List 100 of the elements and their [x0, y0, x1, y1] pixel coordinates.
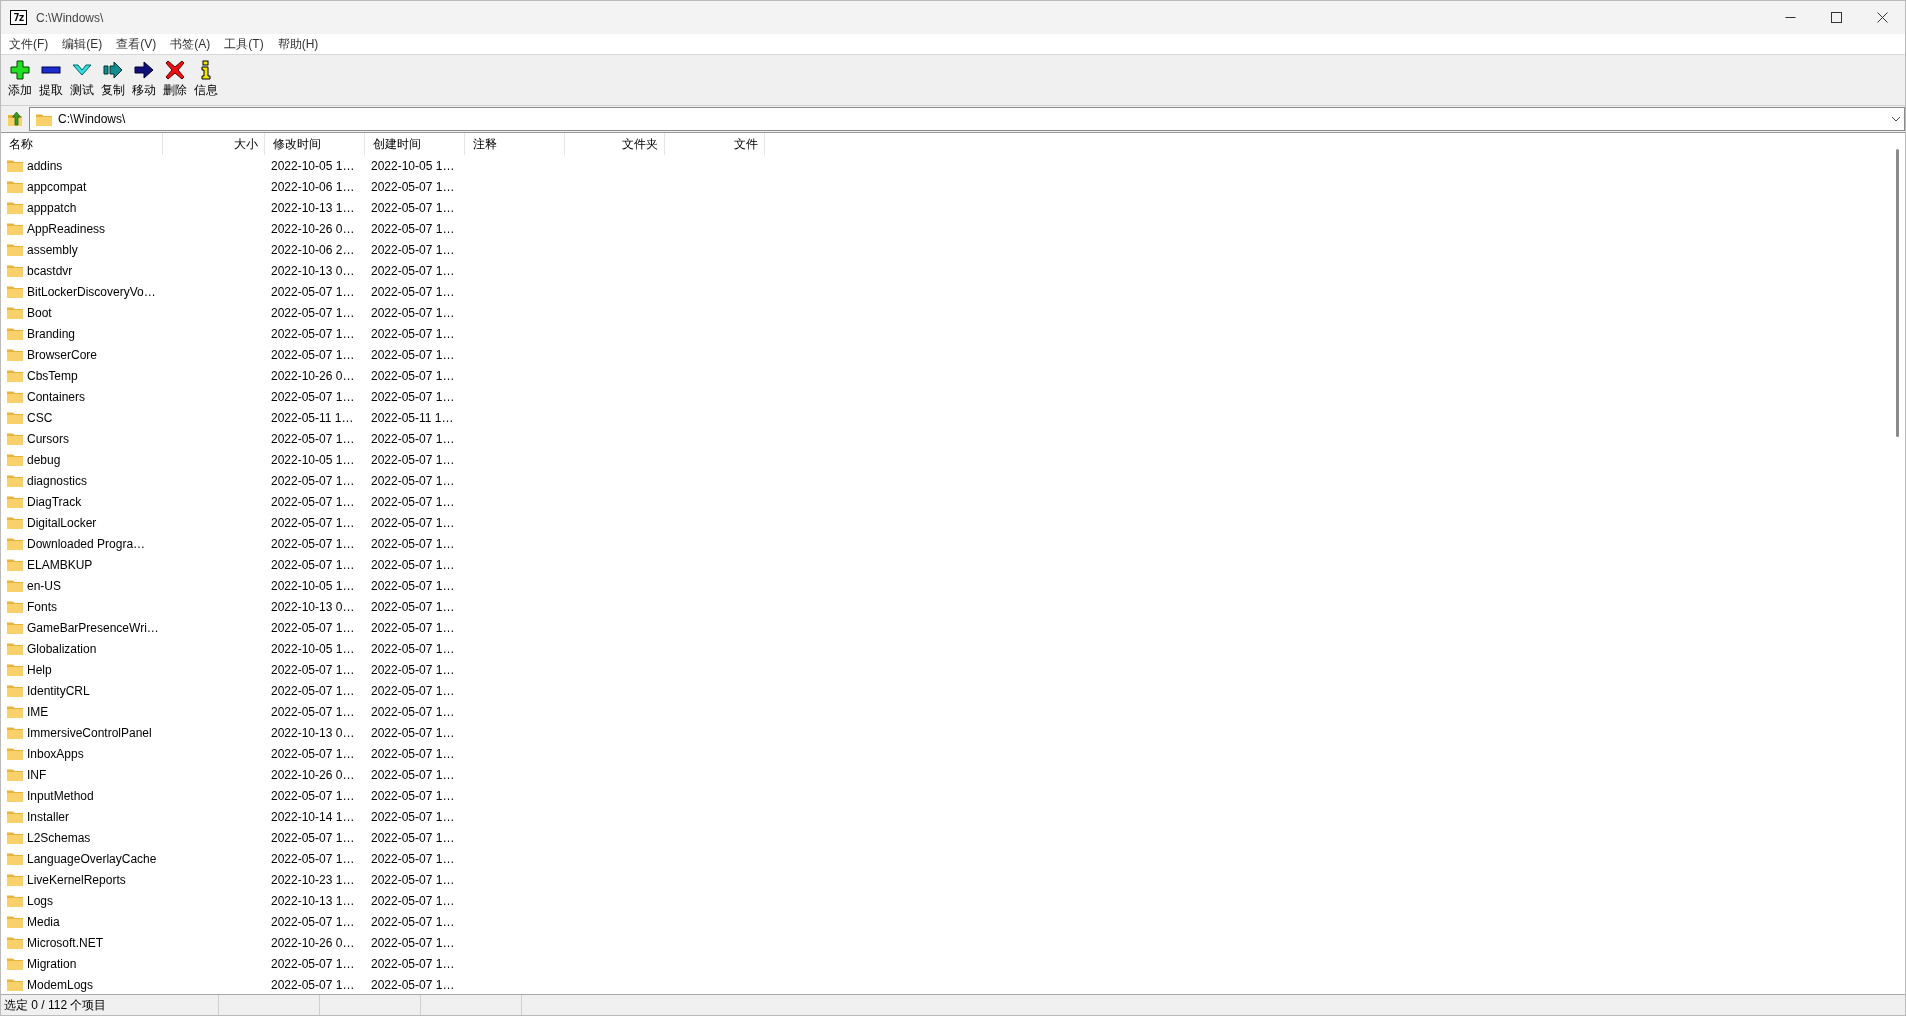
column-header[interactable]: 文件夹 — [565, 133, 665, 155]
created-date: 2022-10-05 1… — [371, 158, 455, 173]
file-name[interactable]: debug — [27, 452, 61, 467]
file-name[interactable]: Globalization — [27, 641, 97, 656]
created-date: 2022-05-07 1… — [371, 956, 455, 971]
file-name[interactable]: diagnostics — [27, 473, 88, 488]
file-name[interactable]: apppatch — [27, 200, 77, 215]
file-name[interactable]: DigitalLocker — [27, 515, 97, 530]
column-header[interactable]: 创建时间 — [365, 133, 465, 155]
file-name[interactable]: L2Schemas — [27, 830, 91, 845]
file-name[interactable]: appcompat — [27, 179, 87, 194]
file-name[interactable]: addins — [27, 158, 63, 173]
folder-icon — [7, 495, 23, 508]
address-field[interactable]: C:\Windows\ — [29, 107, 1905, 131]
folder-icon — [7, 915, 23, 928]
modified-date: 2022-10-06 2… — [271, 242, 355, 257]
toolbar-button[interactable]: 添加 — [4, 58, 35, 101]
toolbar-button[interactable]: 信息 — [190, 58, 221, 101]
menu-item[interactable]: 编辑(E) — [54, 35, 109, 53]
created-date: 2022-05-07 1… — [371, 221, 455, 236]
app-logo: 7z — [10, 10, 27, 25]
created-date: 2022-05-07 1… — [371, 515, 455, 530]
file-name[interactable]: InputMethod — [27, 788, 94, 803]
column-header[interactable]: 名称 — [1, 133, 163, 155]
created-date: 2022-05-07 1… — [371, 935, 455, 950]
menu-item[interactable]: 工具(T) — [216, 35, 270, 53]
menu-item[interactable]: 帮助(H) — [269, 35, 325, 53]
modified-date: 2022-05-07 1… — [271, 956, 355, 971]
file-name[interactable]: AppReadiness — [27, 221, 106, 236]
file-name[interactable]: LanguageOverlayCache — [27, 851, 157, 866]
scrollbar-thumb[interactable] — [1896, 149, 1899, 437]
menu-item[interactable]: 书签(A) — [162, 35, 217, 53]
created-date: 2022-05-07 1… — [371, 242, 455, 257]
modified-date: 2022-10-26 0… — [271, 368, 355, 383]
created-date: 2022-05-07 1… — [371, 830, 455, 845]
file-name[interactable]: Logs — [27, 893, 54, 908]
folder-icon — [7, 285, 23, 298]
modified-date: 2022-05-07 1… — [271, 557, 355, 572]
created-date: 2022-05-07 1… — [371, 179, 455, 194]
toolbar-button[interactable]: 删除 — [159, 58, 190, 101]
file-name[interactable]: GameBarPresenceWri… — [27, 620, 159, 635]
file-name[interactable]: Cursors — [27, 431, 69, 446]
file-name[interactable]: INF — [27, 767, 47, 782]
toolbar-button[interactable]: 复制 — [97, 58, 128, 101]
column-header[interactable]: 注释 — [465, 133, 565, 155]
folder-icon — [7, 306, 23, 319]
toolbar-button[interactable]: 提取 — [35, 58, 66, 101]
column-header[interactable]: 文件 — [665, 133, 765, 155]
file-name[interactable]: Branding — [27, 326, 76, 341]
menu-item[interactable]: 查看(V) — [108, 35, 163, 53]
file-name[interactable]: ImmersiveControlPanel — [27, 725, 152, 740]
file-name[interactable]: assembly — [27, 242, 78, 257]
file-name[interactable]: CSC — [27, 410, 53, 425]
modified-date: 2022-05-07 1… — [271, 788, 355, 803]
file-name[interactable]: ELAMBKUP — [27, 557, 93, 572]
file-name[interactable]: bcastdvr — [27, 263, 73, 278]
file-name[interactable]: Help — [27, 662, 52, 677]
created-date: 2022-05-07 1… — [371, 914, 455, 929]
file-name[interactable]: Installer — [27, 809, 70, 824]
created-date: 2022-05-07 1… — [371, 662, 455, 677]
file-name[interactable]: BrowserCore — [27, 347, 98, 362]
toolbar-button[interactable]: 移动 — [128, 58, 159, 101]
file-name[interactable]: Downloaded Progra… — [27, 536, 146, 551]
file-name[interactable]: Boot — [27, 305, 52, 320]
file-name[interactable]: InboxApps — [27, 746, 84, 761]
toolbar-button[interactable]: 测试 — [66, 58, 97, 101]
created-date: 2022-05-07 1… — [371, 326, 455, 341]
folder-icon — [7, 201, 23, 214]
file-name[interactable]: BitLockerDiscoveryVo… — [27, 284, 156, 299]
folder-icon — [7, 327, 23, 340]
created-date: 2022-05-07 1… — [371, 263, 455, 278]
file-name[interactable]: ModemLogs — [27, 977, 94, 992]
file-name[interactable]: LiveKernelReports — [27, 872, 126, 887]
modified-date: 2022-10-13 1… — [271, 200, 355, 215]
file-name[interactable]: IME — [27, 704, 49, 719]
file-name[interactable]: Migration — [27, 956, 77, 971]
column-header[interactable]: 修改时间 — [265, 133, 365, 155]
folder-icon — [7, 411, 23, 424]
folder-icon — [7, 369, 23, 382]
file-name[interactable]: DiagTrack — [27, 494, 82, 509]
file-name[interactable]: CbsTemp — [27, 368, 78, 383]
folder-icon — [7, 663, 23, 676]
file-name[interactable]: Microsoft.NET — [27, 935, 103, 950]
column-header[interactable]: 大小 — [163, 133, 265, 155]
created-date: 2022-05-11 1… — [371, 410, 454, 425]
created-date: 2022-05-07 1… — [371, 347, 455, 362]
maximize-icon — [1830, 12, 1842, 23]
menu-item[interactable]: 文件(F) — [1, 35, 55, 53]
modified-date: 2022-05-07 1… — [271, 389, 355, 404]
file-name[interactable]: Media — [27, 914, 60, 929]
file-name[interactable]: Containers — [27, 389, 86, 404]
file-name[interactable]: en-US — [27, 578, 61, 593]
folder-icon — [7, 159, 23, 172]
modified-date: 2022-05-11 1… — [271, 410, 354, 425]
modified-date: 2022-05-07 1… — [271, 515, 355, 530]
modified-date: 2022-10-05 1… — [271, 452, 355, 467]
file-name[interactable]: Fonts — [27, 599, 57, 614]
folder-icon — [7, 579, 23, 592]
file-name[interactable]: IdentityCRL — [27, 683, 90, 698]
modified-date: 2022-05-07 1… — [271, 620, 355, 635]
